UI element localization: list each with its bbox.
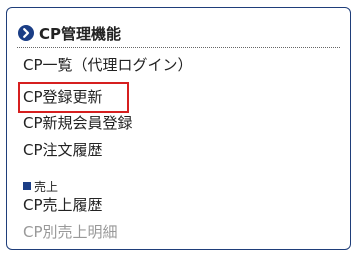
square-bullet-icon bbox=[23, 182, 31, 190]
cp-sales-detail-link[interactable]: CP別売上明細 bbox=[23, 222, 118, 242]
panel-title: CP管理機能 bbox=[39, 25, 122, 43]
cp-new-member-registration-link[interactable]: CP新規会員登録 bbox=[23, 113, 133, 133]
chevron-right-circle-icon bbox=[18, 25, 34, 41]
cp-register-update-link[interactable]: CP登録更新 bbox=[23, 87, 103, 107]
cp-sales-history-link[interactable]: CP売上履歴 bbox=[23, 195, 103, 215]
sales-section-label: 売上 bbox=[34, 180, 59, 194]
cp-list-proxy-login-link[interactable]: CP一覧（代理ログイン） bbox=[23, 55, 193, 75]
cp-management-panel: CP管理機能 CP一覧（代理ログイン） CP登録更新 CP新規会員登録 CP注文… bbox=[6, 7, 351, 250]
sales-section-heading: 売上 bbox=[23, 178, 58, 194]
cp-order-history-link[interactable]: CP注文履歴 bbox=[23, 140, 103, 160]
panel-header: CP管理機能 bbox=[17, 20, 340, 48]
